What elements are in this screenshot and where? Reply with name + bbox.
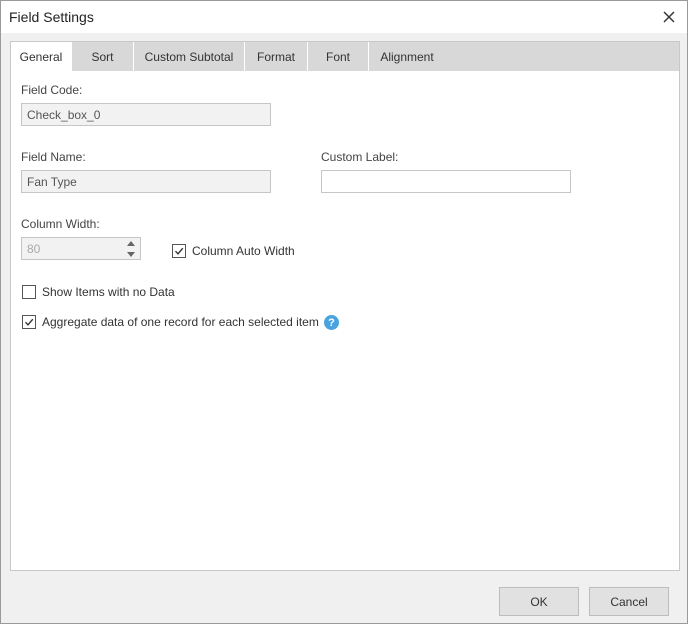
tab-alignment[interactable]: Alignment	[369, 42, 445, 71]
arrow-up-icon	[127, 241, 135, 246]
checkmark-icon	[174, 247, 184, 255]
column-width-label: Column Width:	[21, 217, 100, 231]
show-items-no-data-checkbox[interactable]: Show Items with no Data	[22, 285, 175, 299]
column-auto-width-checkbox[interactable]: Column Auto Width	[172, 244, 295, 258]
aggregate-data-box[interactable]	[22, 315, 36, 329]
tab-sort[interactable]: Sort	[72, 42, 134, 71]
arrow-down-icon	[127, 252, 135, 257]
spin-up-button[interactable]	[122, 238, 140, 249]
show-items-no-data-label: Show Items with no Data	[42, 285, 175, 299]
ok-button[interactable]: OK	[499, 587, 579, 616]
custom-label-input[interactable]	[321, 170, 571, 193]
field-code-label: Field Code:	[21, 83, 83, 97]
column-width-value: 80	[27, 242, 41, 256]
field-name-label: Field Name:	[21, 150, 86, 164]
aggregate-data-checkbox[interactable]: Aggregate data of one record for each se…	[22, 315, 319, 329]
column-auto-width-box[interactable]	[172, 244, 186, 258]
column-width-stepper[interactable]: 80	[21, 237, 141, 260]
aggregate-data-label: Aggregate data of one record for each se…	[42, 315, 319, 329]
field-name-input[interactable]	[21, 170, 271, 193]
help-icon[interactable]: ?	[324, 315, 339, 330]
field-settings-dialog: Field Settings General Sort Custom Subto…	[0, 0, 688, 624]
show-items-no-data-box[interactable]	[22, 285, 36, 299]
tab-font[interactable]: Font	[308, 42, 369, 71]
tab-general[interactable]: General	[11, 42, 72, 71]
dialog-title: Field Settings	[9, 9, 94, 25]
close-button[interactable]	[657, 5, 681, 29]
cancel-button[interactable]: Cancel	[589, 587, 669, 616]
checkmark-icon	[24, 318, 34, 326]
tab-panel-frame: General Sort Custom Subtotal Format Font…	[10, 41, 680, 571]
column-auto-width-label: Column Auto Width	[192, 244, 295, 258]
custom-label-label: Custom Label:	[321, 150, 399, 164]
tab-format[interactable]: Format	[245, 42, 308, 71]
tab-custom-subtotal[interactable]: Custom Subtotal	[134, 42, 245, 71]
field-code-input[interactable]	[21, 103, 271, 126]
title-bar: Field Settings	[1, 1, 687, 33]
close-icon	[663, 11, 675, 23]
spin-down-button[interactable]	[122, 249, 140, 260]
tab-strip: General Sort Custom Subtotal Format Font…	[11, 42, 679, 71]
